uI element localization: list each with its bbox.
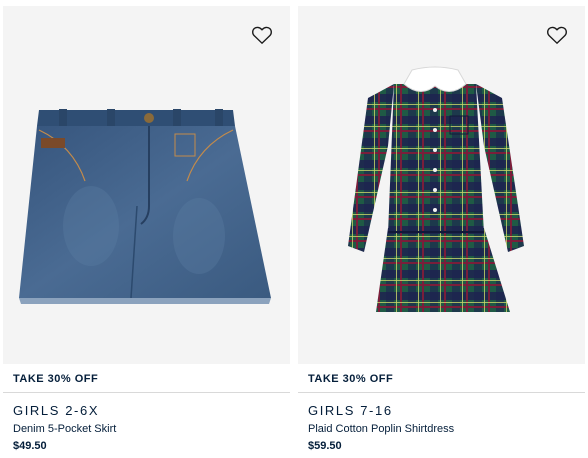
product-name-link[interactable]: Plaid Cotton Poplin Shirtdress (308, 423, 454, 435)
product-image[interactable] (3, 6, 290, 364)
product-card[interactable]: TAKE 30% OFF GIRLS 2-6X Denim 5-Pocket S… (3, 6, 290, 458)
product-image[interactable] (298, 6, 585, 364)
denim-skirt-image (19, 109, 271, 304)
divider (298, 392, 585, 393)
product-card[interactable]: TAKE 30% OFF GIRLS 7-16 Plaid Cotton Pop… (298, 6, 585, 458)
heart-outline-icon[interactable] (251, 25, 273, 45)
product-category: GIRLS 7-16 (308, 403, 393, 418)
product-category: GIRLS 2-6X (13, 403, 100, 418)
product-price: $49.50 (13, 440, 47, 452)
promo-text: TAKE 30% OFF (308, 373, 394, 385)
product-price: $59.50 (308, 440, 342, 452)
product-name-link[interactable]: Denim 5-Pocket Skirt (13, 423, 116, 435)
plaid-shirtdress-image (348, 66, 524, 312)
divider (3, 392, 290, 393)
promo-text: TAKE 30% OFF (13, 373, 99, 385)
heart-outline-icon[interactable] (546, 25, 568, 45)
